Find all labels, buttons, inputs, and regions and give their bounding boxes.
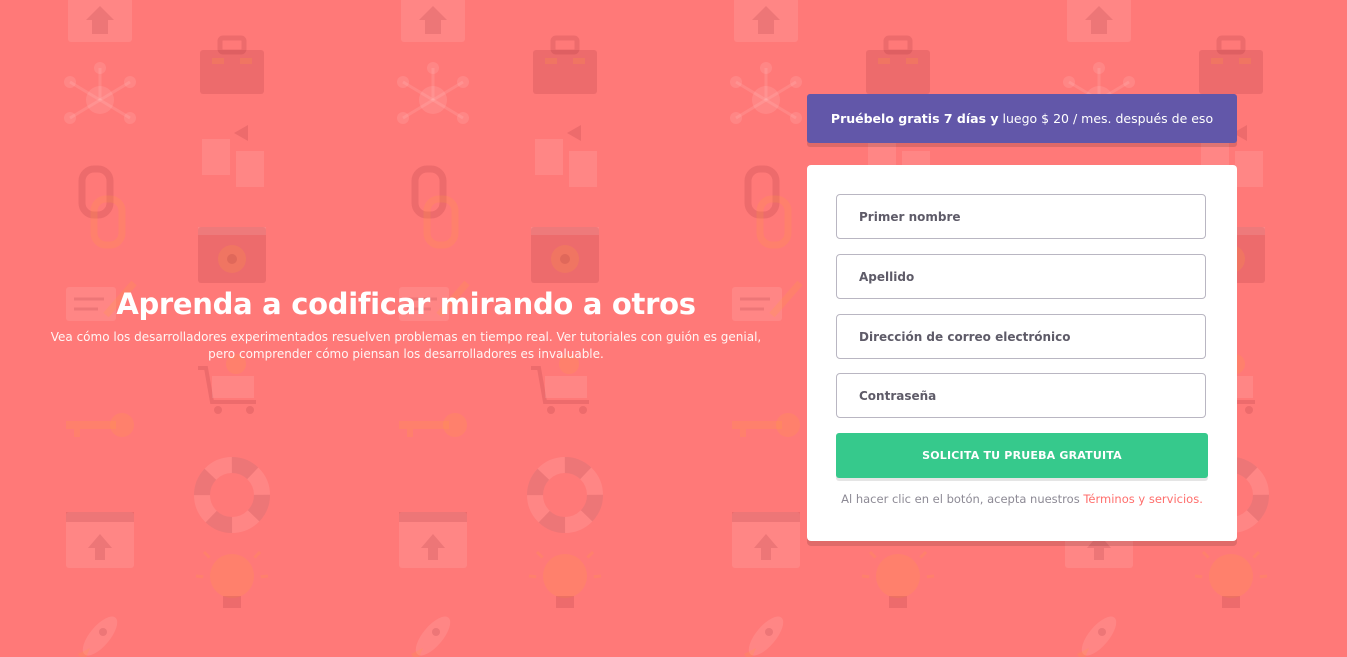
browser-upload-icon <box>732 512 800 568</box>
house-icon <box>68 0 132 42</box>
hero-description-line1: Vea cómo los desarrolladores experimenta… <box>50 330 762 344</box>
trial-offer-banner: Pruébelo gratis 7 días y luego $ 20 / me… <box>807 94 1237 143</box>
gear-window-icon <box>198 227 266 283</box>
house-icon <box>734 0 798 42</box>
toolbox-icon <box>533 35 597 94</box>
network-icon <box>730 62 802 124</box>
browser-upload-icon <box>399 512 467 568</box>
terms-link[interactable]: Términos y servicios. <box>1083 492 1203 506</box>
link-icon <box>744 165 792 249</box>
password-input[interactable] <box>836 373 1206 418</box>
lifebuoy-icon <box>194 457 270 533</box>
signup-form: SOLICITA TU PRUEBA GRATUITA Al hacer cli… <box>807 165 1237 541</box>
house-icon <box>1067 0 1131 42</box>
network-icon <box>397 62 469 124</box>
offer-highlight: Pruébelo gratis 7 días y <box>830 111 999 126</box>
hero-description: Vea cómo los desarrolladores experimenta… <box>30 329 782 363</box>
lightbulb-icon <box>195 550 269 608</box>
terms-text: Al hacer clic en el botón, acepta nuestr… <box>841 492 1080 506</box>
network-icon <box>64 62 136 124</box>
toolbox-icon <box>866 35 930 94</box>
documents-icon <box>202 125 264 187</box>
gear-window-icon <box>531 227 599 283</box>
rocket-icon <box>744 616 784 657</box>
rocket-icon <box>1077 616 1117 657</box>
key-icon <box>66 413 134 437</box>
hero-title: Aprenda a codificar mirando a otros <box>116 287 696 321</box>
house-icon <box>401 0 465 42</box>
cart-icon <box>531 354 589 414</box>
terms-notice: Al hacer clic en el botón, acepta nuestr… <box>807 492 1237 506</box>
last-name-input[interactable] <box>836 254 1206 299</box>
lifebuoy-icon <box>527 457 603 533</box>
email-input[interactable] <box>836 314 1206 359</box>
link-icon <box>78 165 126 249</box>
rocket-icon <box>411 616 451 657</box>
documents-icon <box>535 125 597 187</box>
lightbulb-icon <box>1194 550 1268 608</box>
lightbulb-icon <box>861 550 935 608</box>
offer-price: luego $ 20 / mes. después de eso <box>1002 111 1214 126</box>
toolbox-icon <box>1199 35 1263 94</box>
browser-upload-icon <box>66 512 134 568</box>
hero-description-line2: pero comprender cómo piensan los desarro… <box>208 347 604 361</box>
key-icon <box>732 413 800 437</box>
toolbox-icon <box>200 35 264 94</box>
lightbulb-icon <box>528 550 602 608</box>
rocket-icon <box>78 616 118 657</box>
hero: Aprenda a codificar mirando a otros Vea … <box>30 284 782 363</box>
first-name-input[interactable] <box>836 194 1206 239</box>
cart-icon <box>198 354 256 414</box>
key-icon <box>399 413 467 437</box>
link-icon <box>411 165 459 249</box>
claim-free-trial-button[interactable]: SOLICITA TU PRUEBA GRATUITA <box>836 433 1208 478</box>
